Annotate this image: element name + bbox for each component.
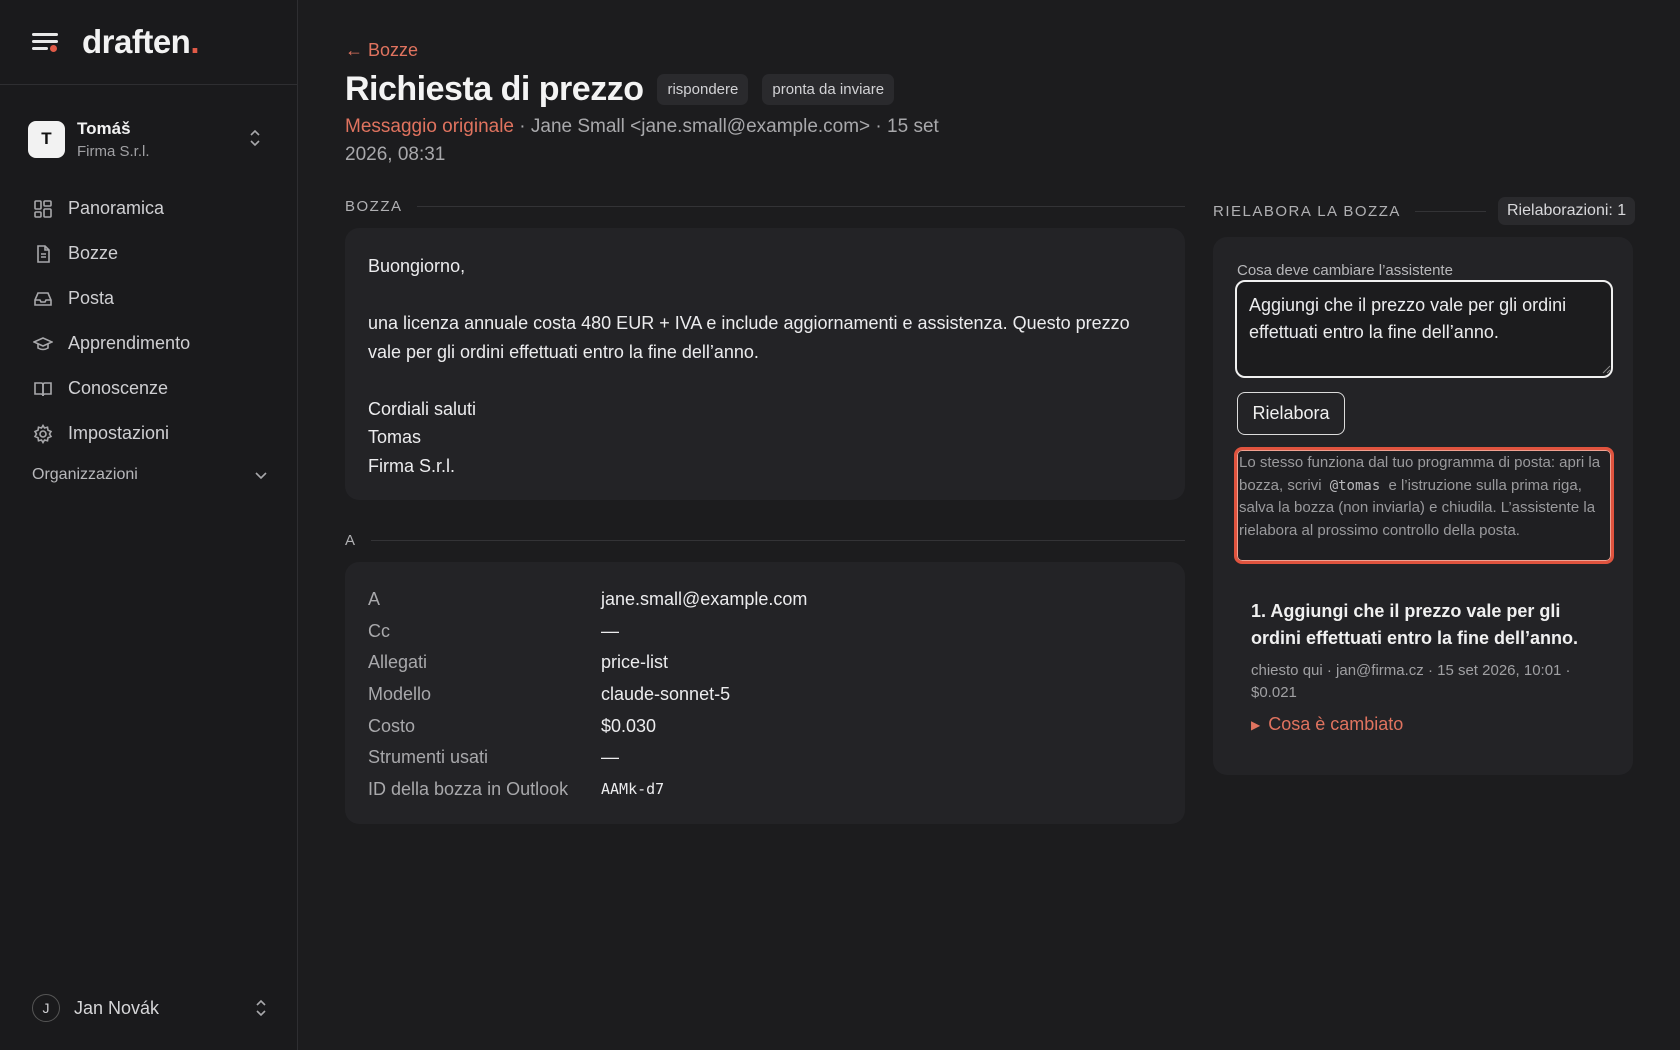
user-avatar: J xyxy=(32,994,60,1022)
sidebar-item-bozze[interactable]: Bozze xyxy=(32,231,272,276)
original-message-link[interactable]: Messaggio originale xyxy=(345,116,514,137)
sidebar-item-label: Bozze xyxy=(68,243,119,263)
rework-instruction-input[interactable] xyxy=(1235,280,1613,378)
account-org: Firma S.r.l. xyxy=(77,142,150,160)
sidebar-item-panoramica[interactable]: Panoramica xyxy=(32,186,272,231)
inbox-icon xyxy=(32,288,54,310)
account-avatar: T xyxy=(28,120,65,158)
page-title: Richiesta di prezzo xyxy=(345,70,644,108)
history-title: 1. Aggiungi che il prezzo vale per gli o… xyxy=(1251,601,1579,648)
sidebar-item-label: Panoramica xyxy=(68,198,165,218)
resize-handle-icon[interactable] xyxy=(1601,364,1611,374)
rework-section-label: RIELABORA LA BOZZA xyxy=(1213,203,1486,220)
draft-signature-org: Firma S.r.l. xyxy=(368,455,456,476)
detail-row-outlook-id: ID della bozza in Outlook AAMk-d7 xyxy=(368,778,665,799)
menu-icon[interactable] xyxy=(32,31,58,53)
rework-history-item: 1. Aggiungi che il prezzo vale per gli o… xyxy=(1251,598,1591,735)
back-to-drafts-link[interactable]: ← Bozze xyxy=(345,40,418,61)
detail-row-cost: Costo $0.030 xyxy=(368,715,657,736)
sidebar: draften. T Tomáš Firma S.r.l. Panoramica… xyxy=(0,0,298,1050)
detail-row-attachments: Allegati price-list xyxy=(368,652,669,673)
app-logo[interactable]: draften. xyxy=(82,23,199,61)
status-badge-reply: rispondere xyxy=(657,74,749,105)
disclosure-triangle-icon: ▶ xyxy=(1251,717,1261,732)
detail-row-cc: Cc — xyxy=(368,620,619,641)
draft-body: Buongiorno, una licenza annuale costa 48… xyxy=(345,228,1185,500)
details-section-label: A xyxy=(345,532,1185,549)
draft-signature-name: Tomas xyxy=(368,427,422,447)
sidebar-item-impostazioni[interactable]: Impostazioni xyxy=(32,411,272,456)
draft-closing: Cordiali saluti xyxy=(368,398,477,419)
rework-count-badge: Rielaborazioni: 1 xyxy=(1498,197,1636,225)
draft-section-label: BOZZA xyxy=(345,198,1185,215)
sidebar-item-label: Impostazioni xyxy=(68,423,170,443)
organizations-label: Organizzazioni xyxy=(32,466,138,483)
grid-icon xyxy=(32,198,54,220)
what-changed-toggle[interactable]: ▶ Cosa è cambiato xyxy=(1251,714,1591,735)
history-meta: chiesto qui · jan@firma.cz · 15 set 2026… xyxy=(1251,662,1571,701)
account-switcher[interactable]: T Tomáš Firma S.r.l. xyxy=(28,115,268,163)
user-name: Jan Novák xyxy=(74,997,160,1018)
hint-mention-code: @tomas xyxy=(1329,477,1381,494)
draft-greeting: Buongiorno, xyxy=(368,256,466,276)
draft-paragraph: una licenza annuale costa 480 EUR + IVA … xyxy=(368,313,1130,362)
detail-row-tools: Strumenti usati — xyxy=(368,747,619,768)
rework-field-label: Cosa deve cambiare l’assistente xyxy=(1237,262,1453,279)
graduation-cap-icon xyxy=(32,333,54,355)
chevron-updown-icon xyxy=(250,129,260,147)
sidebar-item-posta[interactable]: Posta xyxy=(32,276,272,321)
status-badge-ready: pronta da inviare xyxy=(762,74,895,105)
organizations-toggle[interactable]: Organizzazioni xyxy=(32,466,268,484)
sidebar-item-conoscenze[interactable]: Conoscenze xyxy=(32,366,272,411)
book-icon xyxy=(32,378,54,400)
detail-row-to: Ajane.small@example.com xyxy=(368,589,808,610)
document-icon xyxy=(32,243,54,265)
sidebar-nav: Panoramica Bozze Posta Apprendimento Con… xyxy=(32,186,272,456)
sidebar-item-label: Apprendimento xyxy=(68,333,191,353)
title-row: Richiesta di prezzo rispondere pronta da… xyxy=(345,70,908,109)
rework-hint: Lo stesso funziona dal tuo programma di … xyxy=(1234,447,1614,564)
detail-row-model: Modello claude-sonnet-5 xyxy=(368,684,731,705)
what-changed-label: Cosa è cambiato xyxy=(1268,714,1404,734)
message-meta: Messaggio originale · Jane Small <jane.s… xyxy=(345,113,985,169)
chevron-updown-icon xyxy=(256,999,266,1017)
details-card: Ajane.small@example.com Cc — Allegati pric… xyxy=(345,562,1185,824)
brand-bar: draften. xyxy=(0,0,297,85)
gear-icon xyxy=(32,423,54,445)
account-name: Tomáš xyxy=(77,118,131,138)
chevron-down-icon xyxy=(255,472,267,480)
sidebar-item-label: Conoscenze xyxy=(68,378,169,398)
sidebar-item-apprendimento[interactable]: Apprendimento xyxy=(32,321,272,366)
user-menu[interactable]: J Jan Novák xyxy=(32,993,268,1023)
rework-button[interactable]: Rielabora xyxy=(1237,392,1345,435)
sidebar-item-label: Posta xyxy=(68,288,115,308)
